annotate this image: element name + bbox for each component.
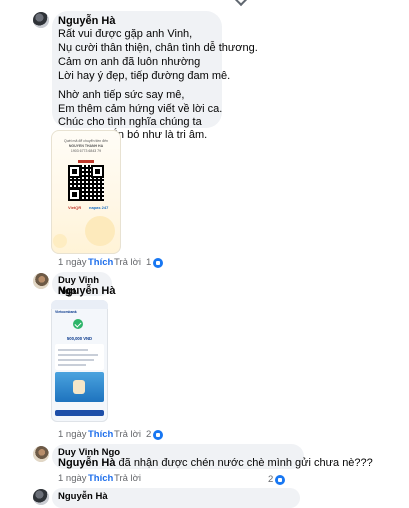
comment-line: Cảm ơn anh đã luôn nhường [58, 56, 201, 68]
comment-bubble: Nguyễn Hà Rất vui được gặp anh Vinh, Nụ … [52, 11, 258, 141]
decor-circle [53, 234, 67, 248]
reply-link[interactable]: Trả lời [114, 257, 141, 268]
mention-link[interactable]: Nguyễn Hà [58, 284, 115, 298]
comment-line: Em thêm cảm hứng viết về lời ca. [58, 103, 223, 115]
comment-line: Nụ cười thân thiện, chân tình dễ thương. [58, 42, 258, 54]
transfer-amount: 500,000 VND [66, 336, 93, 341]
comment-author[interactable]: Nguyễn Hà [58, 15, 115, 27]
app-button [55, 410, 104, 416]
reply-link[interactable]: Trả lời [114, 473, 141, 484]
comment-actions: 1 ngày Thích Trả lời [58, 473, 178, 485]
comment-line: Lời hay ý đẹp, tiếp đường đam mê. [58, 70, 231, 82]
like-link[interactable]: Thích [88, 473, 113, 484]
comment-time[interactable]: 1 ngày [58, 473, 87, 484]
mention-link[interactable]: Nguyễn Hà [58, 457, 115, 469]
reaction-count[interactable]: 1 [146, 257, 164, 268]
comment-bubble: Duy Vinh Ngo Nguyễn Hà đã nhận được chén… [52, 444, 373, 469]
comment-body: đã nhận được chén nước chè mình gửi chưa… [115, 457, 373, 469]
like-icon [275, 474, 286, 485]
avatar[interactable] [33, 446, 49, 462]
like-icon [153, 429, 164, 440]
comment-bubble: Duy Vinh Ngo Nguyễn Hà [52, 272, 115, 298]
qr-account: 1903 6773 6843 79 [70, 149, 102, 153]
comment-bubble: Nguyễn Hà [52, 488, 300, 508]
comment-line: Chúc cho tình nghĩa chúng ta [58, 116, 202, 128]
vietqr-logo: VietQR [68, 205, 82, 210]
like-link[interactable]: Thích [88, 429, 113, 440]
promo-banner [55, 372, 104, 402]
qr-title: Quét mã để chuyển tiền đến [64, 139, 108, 143]
reaction-count[interactable]: 2 [146, 429, 164, 440]
reaction-number: 1 [146, 257, 152, 268]
avatar[interactable] [33, 273, 49, 289]
comment-time[interactable]: 1 ngày [58, 429, 87, 440]
chevron-down-icon[interactable] [233, 0, 249, 7]
comment-time[interactable]: 1 ngày [58, 257, 87, 268]
avatar[interactable] [33, 12, 49, 28]
like-icon [153, 257, 164, 268]
comment-text: Nguyễn Hà đã nhận được chén nước chè mìn… [58, 456, 373, 470]
like-link[interactable]: Thích [88, 257, 113, 268]
qr-transfer-image[interactable]: Quét mã để chuyển tiền đến NGUYEN THANH … [51, 130, 121, 254]
napas-logo: napas 247 [89, 205, 109, 210]
qr-name: NGUYEN THANH HA [68, 144, 104, 148]
status-bar [51, 300, 108, 309]
avatar[interactable] [33, 489, 49, 505]
comment-line: Rất vui được gặp anh Vinh, [58, 28, 193, 40]
transfer-screenshot-image[interactable]: Vietcombank 500,000 VND [51, 300, 108, 422]
success-check-icon [73, 319, 83, 329]
top-edge [0, 0, 409, 7]
transfer-details-card [55, 344, 104, 370]
comment-line: Nhờ anh tiếp sức say mê, [58, 89, 185, 101]
reaction-number: 2 [268, 474, 274, 485]
bank-logo [78, 160, 94, 163]
decor-circle [85, 216, 115, 246]
comment-author[interactable]: Nguyễn Hà [58, 491, 108, 502]
qr-code-icon [68, 165, 104, 201]
bank-app-name: Vietcombank [55, 310, 77, 314]
reply-link[interactable]: Trả lời [114, 429, 141, 440]
reaction-count[interactable]: 2 [268, 474, 286, 485]
reaction-number: 2 [146, 429, 152, 440]
